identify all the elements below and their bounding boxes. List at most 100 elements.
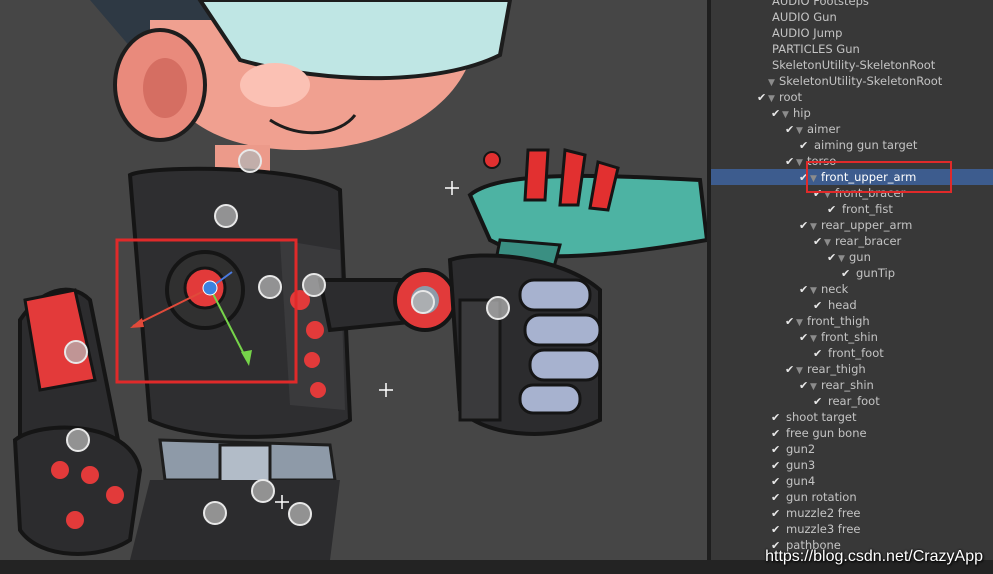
bone-handle <box>302 273 326 297</box>
hierarchy-item-label: muzzle3 free <box>786 522 861 536</box>
hierarchy-item[interactable]: ✔ ▼ neck <box>711 281 993 297</box>
check-icon[interactable]: ✔ <box>771 474 782 490</box>
check-icon[interactable]: ✔ <box>771 506 782 522</box>
hierarchy-item-label: shoot target <box>786 410 857 424</box>
check-icon[interactable]: ✔ <box>785 362 796 378</box>
hierarchy-item[interactable]: ✔ gunTip <box>711 265 993 281</box>
hierarchy-item[interactable]: ✔ ▼ gun <box>711 249 993 265</box>
hierarchy-item-label: rear_bracer <box>835 234 902 248</box>
transform-gizmo <box>130 271 252 366</box>
bone-handle <box>214 204 238 228</box>
hierarchy-item[interactable]: ✔ head <box>711 297 993 313</box>
hierarchy-item-label: rear_thigh <box>807 362 866 376</box>
check-icon[interactable]: ✔ <box>771 490 782 506</box>
hierarchy-item-label: front_thigh <box>807 314 870 328</box>
hierarchy-item-label: SkeletonUtility-SkeletonRoot <box>772 58 936 72</box>
watermark-text: https://blog.csdn.net/CrazyApp <box>765 548 983 565</box>
hierarchy-item-label: PARTICLES Gun <box>772 42 860 56</box>
bone-handle <box>64 340 88 364</box>
crosshair-icons <box>275 181 459 509</box>
hierarchy-item-label: front_foot <box>828 346 884 360</box>
hierarchy-item[interactable]: ✔ gun3 <box>711 457 993 473</box>
hierarchy-item[interactable]: ✔ ▼ root <box>711 89 993 105</box>
check-icon[interactable]: ✔ <box>771 458 782 474</box>
hierarchy-item-label: AUDIO Footsteps <box>772 0 869 8</box>
hierarchy-item[interactable]: PARTICLES Gun <box>711 41 993 57</box>
hierarchy-item-label: aiming gun target <box>814 138 918 152</box>
bone-handle <box>251 479 275 503</box>
hierarchy-item[interactable]: ✔ ▼ aimer <box>711 121 993 137</box>
bone-handle <box>411 290 435 314</box>
hierarchy-item-label: gunTip <box>856 266 896 280</box>
hierarchy-item-label: front_shin <box>821 330 878 344</box>
hierarchy-item[interactable]: ✔ aiming gun target <box>711 137 993 153</box>
hierarchy-item[interactable]: ✔ gun rotation <box>711 489 993 505</box>
hierarchy-item[interactable]: AUDIO Gun <box>711 9 993 25</box>
hierarchy-item[interactable]: ✔ front_foot <box>711 345 993 361</box>
hierarchy-item-label: gun <box>849 250 871 264</box>
check-icon[interactable]: ✔ <box>799 378 810 394</box>
hierarchy-item-label: gun3 <box>786 458 816 472</box>
selection-highlight-box <box>115 238 298 384</box>
check-icon[interactable]: ✔ <box>771 522 782 538</box>
check-icon[interactable]: ✔ <box>785 122 796 138</box>
check-icon[interactable]: ✔ <box>813 234 824 250</box>
check-icon[interactable]: ✔ <box>799 218 810 234</box>
hierarchy-item[interactable]: ✔ ▼ front_thigh <box>711 313 993 329</box>
hierarchy-item[interactable]: ▼ SkeletonUtility-SkeletonRoot <box>711 73 993 89</box>
hierarchy-item[interactable]: ✔ gun2 <box>711 441 993 457</box>
hierarchy-item-label: head <box>828 298 857 312</box>
hierarchy-item[interactable]: ✔ free gun bone <box>711 425 993 441</box>
hierarchy-item[interactable]: ✔ ▼ rear_upper_arm <box>711 217 993 233</box>
hierarchy-item-label: gun4 <box>786 474 816 488</box>
check-icon[interactable]: ✔ <box>771 410 782 426</box>
bone-handle <box>486 296 510 320</box>
hierarchy-item[interactable]: ✔ ▼ front_shin <box>711 329 993 345</box>
bone-handle <box>203 501 227 525</box>
check-icon[interactable]: ✔ <box>771 106 782 122</box>
hierarchy-item[interactable]: ✔ ▼ hip <box>711 105 993 121</box>
bone-handle <box>238 149 262 173</box>
check-icon[interactable]: ✔ <box>785 314 796 330</box>
check-icon[interactable]: ✔ <box>841 266 852 282</box>
check-icon[interactable]: ✔ <box>799 330 810 346</box>
hierarchy-item[interactable]: ✔ rear_foot <box>711 393 993 409</box>
bone-handle <box>66 428 90 452</box>
hierarchy-item[interactable]: AUDIO Footsteps <box>711 0 993 9</box>
bone-handle <box>258 275 282 299</box>
hierarchy-item-label: front_fist <box>842 202 893 216</box>
hierarchy-item-label: muzzle2 free <box>786 506 861 520</box>
check-icon[interactable]: ✔ <box>813 346 824 362</box>
bone-handle <box>288 502 312 526</box>
hierarchy-item[interactable]: ✔ gun4 <box>711 473 993 489</box>
hierarchy-item-label: AUDIO Jump <box>772 26 843 40</box>
hierarchy-item[interactable]: ✔ ▼ rear_shin <box>711 377 993 393</box>
hierarchy-item-label: hip <box>793 106 811 120</box>
hierarchy-item[interactable]: ✔ ▼ rear_thigh <box>711 361 993 377</box>
hierarchy-item[interactable]: ✔ muzzle2 free <box>711 505 993 521</box>
hierarchy-item-label: gun2 <box>786 442 816 456</box>
hierarchy-item-label: SkeletonUtility-SkeletonRoot <box>779 74 943 88</box>
check-icon[interactable]: ✔ <box>827 250 838 266</box>
hierarchy-item-label: rear_shin <box>821 378 874 392</box>
check-icon[interactable]: ✔ <box>799 138 810 154</box>
hierarchy-item[interactable]: ✔ shoot target <box>711 409 993 425</box>
hierarchy-item[interactable]: AUDIO Jump <box>711 25 993 41</box>
hierarchy-item-label: rear_upper_arm <box>821 218 913 232</box>
hierarchy-item[interactable]: ✔ ▼ rear_bracer <box>711 233 993 249</box>
hierarchy-item-label: AUDIO Gun <box>772 10 837 24</box>
check-icon[interactable]: ✔ <box>771 442 782 458</box>
hierarchy-item[interactable]: SkeletonUtility-SkeletonRoot <box>711 57 993 73</box>
check-icon[interactable]: ✔ <box>813 394 824 410</box>
check-icon[interactable]: ✔ <box>771 426 782 442</box>
check-icon[interactable]: ✔ <box>785 154 796 170</box>
check-icon[interactable]: ✔ <box>813 298 824 314</box>
hierarchy-highlight-box <box>806 161 952 193</box>
check-icon[interactable]: ✔ <box>799 282 810 298</box>
hierarchy-panel[interactable]: AUDIO Footsteps AUDIO Gun AUDIO Jump PARTIC… <box>711 0 993 560</box>
check-icon[interactable]: ✔ <box>757 90 768 106</box>
hierarchy-item[interactable]: ✔ muzzle3 free <box>711 521 993 537</box>
hierarchy-item[interactable]: ✔ front_fist <box>711 201 993 217</box>
check-icon[interactable]: ✔ <box>827 202 838 218</box>
scene-view[interactable] <box>0 0 707 560</box>
